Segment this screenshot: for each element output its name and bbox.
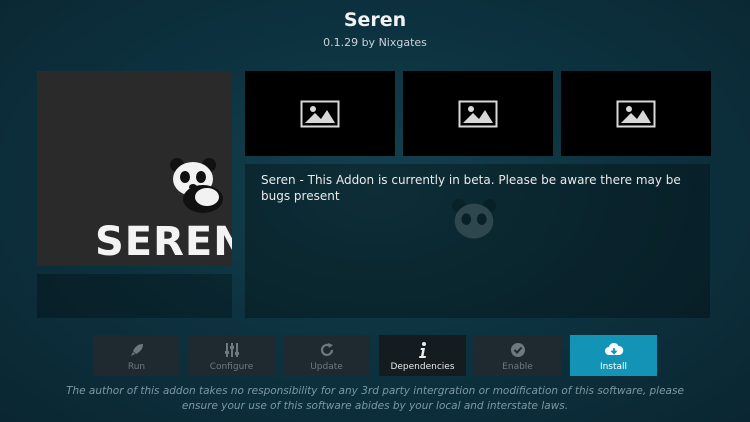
enable-label: Enable <box>502 362 533 372</box>
dependencies-label: Dependencies <box>390 362 455 372</box>
image-placeholder-icon <box>458 100 498 127</box>
refresh-icon <box>317 341 337 359</box>
addon-description: Seren - This Addon is currently in beta.… <box>261 173 681 203</box>
install-label: Install <box>599 362 628 372</box>
run-label: Run <box>127 362 146 372</box>
check-circle-icon <box>508 341 528 359</box>
run-button[interactable]: Run <box>93 335 180 376</box>
dependencies-button[interactable]: Dependencies <box>379 335 466 376</box>
screenshot-thumbnail-3[interactable] <box>561 71 711 156</box>
info-icon <box>413 341 433 359</box>
screenshot-thumbnail-1[interactable] <box>245 71 395 156</box>
image-placeholder-icon <box>616 100 656 127</box>
rocket-icon <box>127 341 147 359</box>
install-button[interactable]: Install <box>570 335 657 376</box>
sliders-icon <box>222 341 242 359</box>
description-panel: Seren - This Addon is currently in beta.… <box>245 164 710 318</box>
cloud-download-icon <box>604 341 624 359</box>
update-label: Update <box>310 362 343 372</box>
configure-label: Configure <box>209 362 254 372</box>
enable-button[interactable]: Enable <box>474 335 561 376</box>
configure-button[interactable]: Configure <box>188 335 275 376</box>
disclaimer-text: The author of this addon takes no respon… <box>66 385 684 412</box>
image-placeholder-icon <box>300 100 340 127</box>
addon-version-author: 0.1.29 by Nixgates <box>323 36 427 49</box>
fanart-caption-panel <box>37 274 232 318</box>
addon-fanart: SEREN <box>37 71 232 266</box>
fanart-brand-text: SEREN <box>95 219 232 265</box>
addon-title: Seren <box>343 9 407 31</box>
screenshot-thumbnail-2[interactable] <box>403 71 553 156</box>
update-button[interactable]: Update <box>283 335 370 376</box>
panda-logo-icon <box>170 158 223 213</box>
